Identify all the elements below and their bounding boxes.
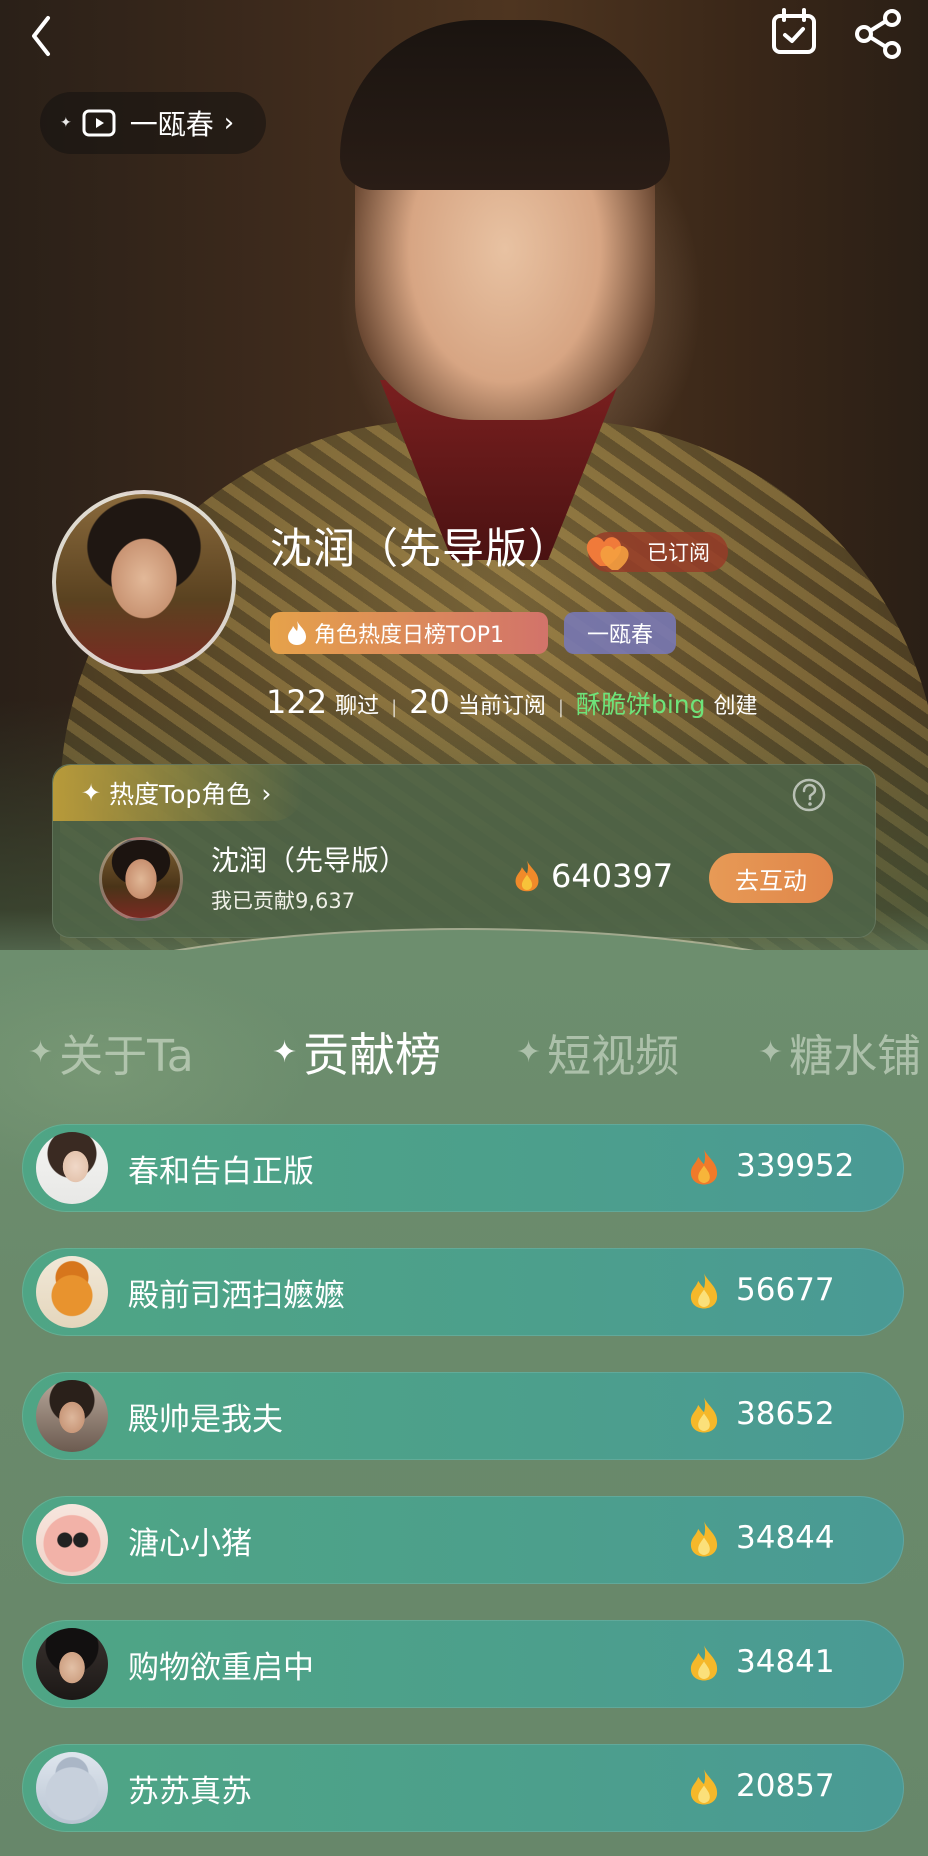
series-tag[interactable]: 一瓯春 bbox=[564, 612, 676, 654]
fire-icon bbox=[515, 860, 539, 892]
creator-suffix: 创建 bbox=[713, 694, 758, 719]
my-contribution: 我已贡献9,637 bbox=[211, 889, 356, 913]
hot-top-header[interactable]: ✦ 热度Top角色 › bbox=[53, 765, 303, 821]
help-icon[interactable] bbox=[791, 777, 827, 813]
user-avatar bbox=[36, 1628, 108, 1700]
ranking-row[interactable]: 苏苏真苏 20857 bbox=[22, 1744, 904, 1832]
ranking-row[interactable]: 殿帅是我夫 38652 bbox=[22, 1372, 904, 1460]
contribution-score: 20857 bbox=[736, 1768, 835, 1804]
subscriber-label: 当前订阅 bbox=[457, 694, 546, 719]
character-avatar bbox=[52, 490, 236, 674]
subscribed-label: 已订阅 bbox=[647, 541, 710, 565]
contribution-score: 34841 bbox=[736, 1644, 835, 1680]
video-play-icon bbox=[82, 109, 116, 137]
tab-contribution-ranking[interactable]: ✦ 贡献榜 bbox=[259, 1022, 461, 1086]
ranking-row[interactable]: 购物欲重启中 34841 bbox=[22, 1620, 904, 1708]
profile-stats: 122 聊过 | 20 当前订阅 | 酥脆饼bing 创建 bbox=[266, 683, 758, 721]
hot-top-character-card: ✦ 热度Top角色 › 沈润（先导版） 我已贡献9,637 640397 去互动 bbox=[52, 764, 876, 938]
hot-top-title: 热度Top角色 bbox=[109, 780, 252, 809]
user-name: 春和告白正版 bbox=[128, 1154, 314, 1190]
ranking-row[interactable]: 春和告白正版 339952 bbox=[22, 1124, 904, 1212]
contribution-score: 38652 bbox=[736, 1396, 835, 1432]
series-link-pill[interactable]: ✦ 一瓯春 › bbox=[40, 92, 266, 154]
sparkle-icon: ✦ bbox=[758, 1034, 784, 1070]
top-character-name: 沈润（先导版） bbox=[211, 844, 408, 877]
sparkle-icon: ✦ bbox=[81, 779, 102, 807]
chevron-right-icon: › bbox=[223, 108, 235, 138]
series-pill-label: 一瓯春 bbox=[129, 108, 214, 141]
divider: | bbox=[391, 697, 398, 718]
share-icon[interactable] bbox=[848, 4, 908, 64]
user-avatar bbox=[36, 1132, 108, 1204]
tab-sweet-shop-label: 糖水铺 bbox=[789, 1031, 922, 1082]
sparkle-icon: ✦ bbox=[60, 115, 72, 131]
hot-rank-label: 角色热度日榜TOP1 bbox=[314, 623, 505, 648]
user-avatar bbox=[36, 1752, 108, 1824]
top-character-avatar bbox=[99, 837, 183, 921]
contribution-score: 56677 bbox=[736, 1272, 835, 1308]
user-avatar bbox=[36, 1380, 108, 1452]
double-heart-icon bbox=[586, 537, 629, 570]
creator-link[interactable]: 酥脆饼bing bbox=[576, 685, 706, 721]
fire-icon bbox=[690, 1149, 718, 1185]
fire-icon bbox=[288, 621, 306, 645]
tab-short-videos[interactable]: ✦ 短视频 bbox=[516, 1022, 679, 1082]
tab-sweet-shop[interactable]: ✦ 糖水铺 bbox=[758, 1022, 928, 1082]
user-avatar bbox=[36, 1504, 108, 1576]
sparkle-icon: ✦ bbox=[28, 1034, 54, 1070]
back-icon[interactable] bbox=[16, 8, 72, 64]
fire-icon bbox=[690, 1645, 718, 1681]
chat-count: 122 bbox=[266, 683, 328, 721]
fire-icon bbox=[690, 1273, 718, 1309]
divider: | bbox=[557, 697, 564, 718]
interact-button[interactable]: 去互动 bbox=[709, 853, 833, 903]
ranking-row[interactable]: 溏心小猪 34844 bbox=[22, 1496, 904, 1584]
fire-icon bbox=[690, 1521, 718, 1557]
user-avatar bbox=[36, 1256, 108, 1328]
user-name: 溏心小猪 bbox=[128, 1526, 252, 1562]
tab-about[interactable]: ✦ 关于Ta bbox=[28, 1022, 194, 1082]
calendar-check-icon[interactable] bbox=[766, 4, 822, 60]
top-character-score: 640397 bbox=[513, 857, 673, 895]
contribution-score: 339952 bbox=[736, 1148, 855, 1184]
user-name: 苏苏真苏 bbox=[128, 1774, 252, 1810]
ranking-row[interactable]: 殿前司洒扫嬷嬷 56677 bbox=[22, 1248, 904, 1336]
hair-shape bbox=[340, 20, 670, 190]
tab-about-label: 关于Ta bbox=[59, 1031, 194, 1082]
fire-icon bbox=[690, 1769, 718, 1805]
tab-contribution-label: 贡献榜 bbox=[303, 1028, 442, 1082]
top-character-score-value: 640397 bbox=[551, 857, 674, 895]
chevron-right-icon: › bbox=[261, 778, 272, 808]
user-name: 购物欲重启中 bbox=[128, 1650, 314, 1686]
contribution-score: 34844 bbox=[736, 1520, 835, 1556]
hot-rank-tag[interactable]: 角色热度日榜TOP1 bbox=[270, 612, 548, 654]
tab-short-videos-label: 短视频 bbox=[547, 1031, 680, 1082]
user-name: 殿帅是我夫 bbox=[128, 1402, 283, 1438]
subscribed-badge[interactable]: 已订阅 bbox=[586, 532, 728, 572]
sparkle-icon: ✦ bbox=[272, 1034, 298, 1070]
tab-bar: ✦ 关于Ta ✦ 贡献榜 ✦ 短视频 ✦ 糖水铺 bbox=[0, 1022, 928, 1086]
fire-icon bbox=[690, 1397, 718, 1433]
character-name: 沈润（先导版） bbox=[270, 524, 572, 573]
user-name: 殿前司洒扫嬷嬷 bbox=[128, 1278, 345, 1314]
chat-label: 聊过 bbox=[335, 694, 380, 719]
subscriber-count: 20 bbox=[409, 683, 450, 721]
sparkle-icon: ✦ bbox=[516, 1034, 542, 1070]
